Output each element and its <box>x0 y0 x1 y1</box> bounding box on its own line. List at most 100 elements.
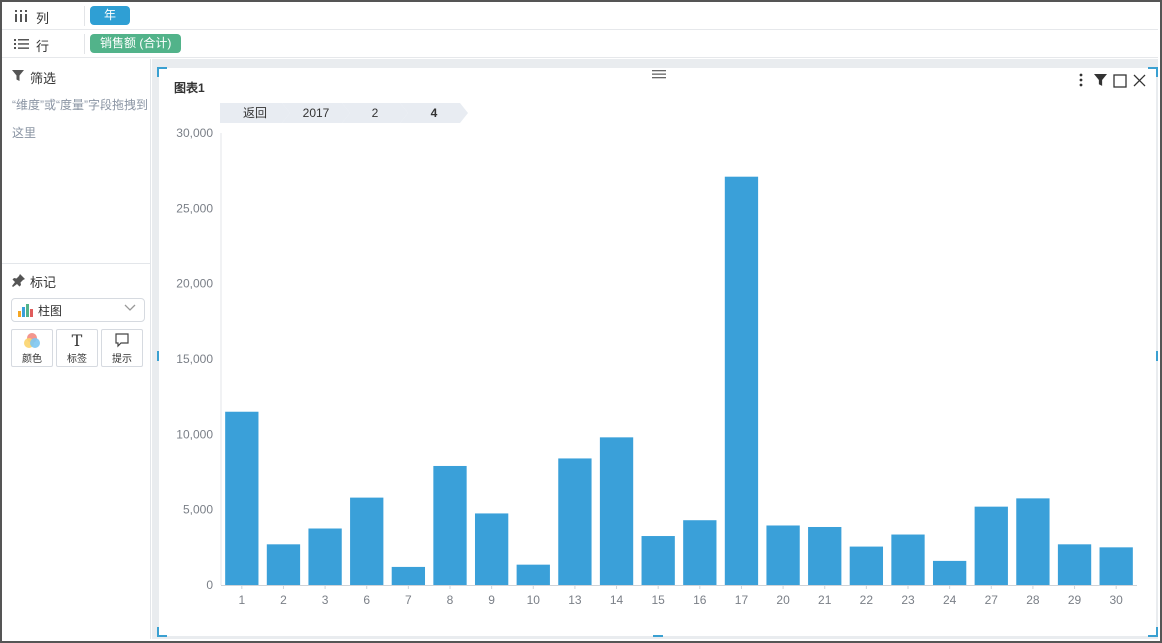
x-tick-label: 23 <box>901 593 915 607</box>
x-tick-label: 24 <box>943 593 957 607</box>
color-palette-icon <box>23 332 41 350</box>
bar-21[interactable] <box>808 526 842 585</box>
pin-icon <box>12 273 26 290</box>
bar-2[interactable] <box>266 544 301 585</box>
x-tick-label: 16 <box>693 593 707 607</box>
bar-13[interactable] <box>558 458 592 585</box>
bar-8[interactable] <box>433 465 467 585</box>
rows-shelf[interactable]: 行 销售额 (合计) <box>2 30 1158 58</box>
rows-shelf-text: 行 <box>36 38 50 54</box>
x-axis: 1 2 3 6 7 8 9 10 13 14 15 16 17 20 21 22 23 24 27 28 29 30 <box>221 585 1137 607</box>
marks-title: 标记 <box>30 275 57 290</box>
label-button-label: 标签 <box>67 353 87 365</box>
bar-22[interactable] <box>849 546 884 585</box>
shelf-divider <box>84 34 85 54</box>
x-tick-label: 30 <box>1110 593 1124 607</box>
close-icon[interactable] <box>1133 74 1146 90</box>
color-button[interactable]: 颜色 <box>11 329 53 367</box>
bars-group <box>225 176 1133 586</box>
panel-divider <box>2 263 151 264</box>
chart-title: 图表1 <box>174 81 205 95</box>
columns-shelf[interactable]: 列 年 <box>2 2 1158 30</box>
rows-list-icon <box>14 38 32 53</box>
label-button[interactable]: T 标签 <box>56 329 98 367</box>
filter-drop-zone[interactable]: “维度”或“度量”字段拖拽到这里 <box>12 91 148 147</box>
x-tick-label: 13 <box>568 593 582 607</box>
chart-type-value: 柱图 <box>38 303 63 318</box>
tooltip-button-label: 提示 <box>112 353 132 365</box>
chevron-down-icon <box>124 304 136 315</box>
left-panel: 筛选 “维度”或“度量”字段拖拽到这里 标记 柱图 颜色 T 标签 提示 <box>2 59 151 639</box>
bar-30[interactable] <box>1099 547 1133 585</box>
x-tick-label: 3 <box>322 593 329 607</box>
bar-20[interactable] <box>766 525 800 585</box>
bar-1[interactable] <box>225 411 259 585</box>
filter-title: 筛选 <box>30 71 57 86</box>
speech-bubble-icon <box>114 332 130 350</box>
resize-handle-right[interactable] <box>1156 351 1158 361</box>
y-tick-label: 15,000 <box>176 352 213 366</box>
resize-handle-bottom[interactable] <box>653 635 663 637</box>
rows-shelf-label: 行 <box>14 36 84 54</box>
tooltip-button[interactable]: 提示 <box>101 329 143 367</box>
bar-chart: 05,00010,00015,00020,00025,00030,000 123… <box>176 126 1137 607</box>
bar-29[interactable] <box>1057 544 1092 585</box>
x-tick-label: 22 <box>860 593 874 607</box>
vertical-dots-icon[interactable] <box>1077 72 1085 91</box>
x-tick-label: 6 <box>363 593 370 607</box>
resize-corner-top-left[interactable] <box>157 67 167 77</box>
shelf-divider <box>84 6 85 26</box>
columns-shelf-text: 列 <box>36 10 50 26</box>
bar-9[interactable] <box>474 513 509 585</box>
y-tick-label: 30,000 <box>176 126 213 140</box>
chart-type-select[interactable]: 柱图 <box>11 298 145 322</box>
x-tick-label: 20 <box>776 593 790 607</box>
x-tick-label: 21 <box>818 593 832 607</box>
color-button-label: 颜色 <box>22 353 42 365</box>
bar-6[interactable] <box>350 497 384 585</box>
y-tick-label: 20,000 <box>176 277 213 291</box>
bar-17[interactable] <box>724 176 759 585</box>
x-tick-label: 2 <box>280 593 287 607</box>
bar-28[interactable] <box>1016 498 1050 585</box>
marks-section-title: 标记 <box>12 272 56 291</box>
y-tick-label: 10,000 <box>176 427 213 441</box>
bar-23[interactable] <box>891 534 925 585</box>
bar-10[interactable] <box>516 564 550 585</box>
text-t-icon: T <box>71 330 83 350</box>
x-tick-label: 28 <box>1026 593 1040 607</box>
bar-chart-icon <box>18 303 34 317</box>
resize-corner-bottom-right[interactable] <box>1148 627 1158 637</box>
x-tick-label: 7 <box>405 593 412 607</box>
x-tick-label: 17 <box>735 593 749 607</box>
x-tick-label: 10 <box>527 593 541 607</box>
drag-handle-icon[interactable] <box>652 69 666 79</box>
bar-7[interactable] <box>391 566 426 585</box>
columns-icon <box>14 9 32 25</box>
x-tick-label: 8 <box>447 593 454 607</box>
x-tick-label: 1 <box>238 593 245 607</box>
resize-corner-bottom-left[interactable] <box>157 627 167 637</box>
funnel-icon[interactable] <box>1094 74 1107 90</box>
bar-27[interactable] <box>974 506 1008 585</box>
maximize-square-icon[interactable] <box>1113 74 1127 91</box>
bar-14[interactable] <box>599 437 634 585</box>
y-tick-label: 0 <box>206 578 213 592</box>
bar-3[interactable] <box>308 528 342 586</box>
funnel-icon <box>12 70 26 85</box>
bar-16[interactable] <box>683 520 717 585</box>
bar-24[interactable] <box>932 560 967 585</box>
y-tick-label: 5,000 <box>183 503 213 517</box>
columns-shelf-label: 列 <box>14 8 84 26</box>
x-tick-label: 15 <box>652 593 666 607</box>
x-tick-label: 27 <box>985 593 999 607</box>
y-tick-label: 25,000 <box>176 201 213 215</box>
bar-15[interactable] <box>641 536 675 585</box>
x-tick-label: 9 <box>488 593 495 607</box>
filter-section-title: 筛选 <box>12 68 56 87</box>
resize-corner-top-right[interactable] <box>1148 67 1158 77</box>
x-tick-label: 29 <box>1068 593 1082 607</box>
y-axis: 0 5,000 10,000 15,000 20,000 25,000 30,000 <box>176 126 222 592</box>
column-field-pill[interactable]: 年 <box>90 6 130 25</box>
row-field-pill[interactable]: 销售额 (合计) <box>90 34 182 53</box>
